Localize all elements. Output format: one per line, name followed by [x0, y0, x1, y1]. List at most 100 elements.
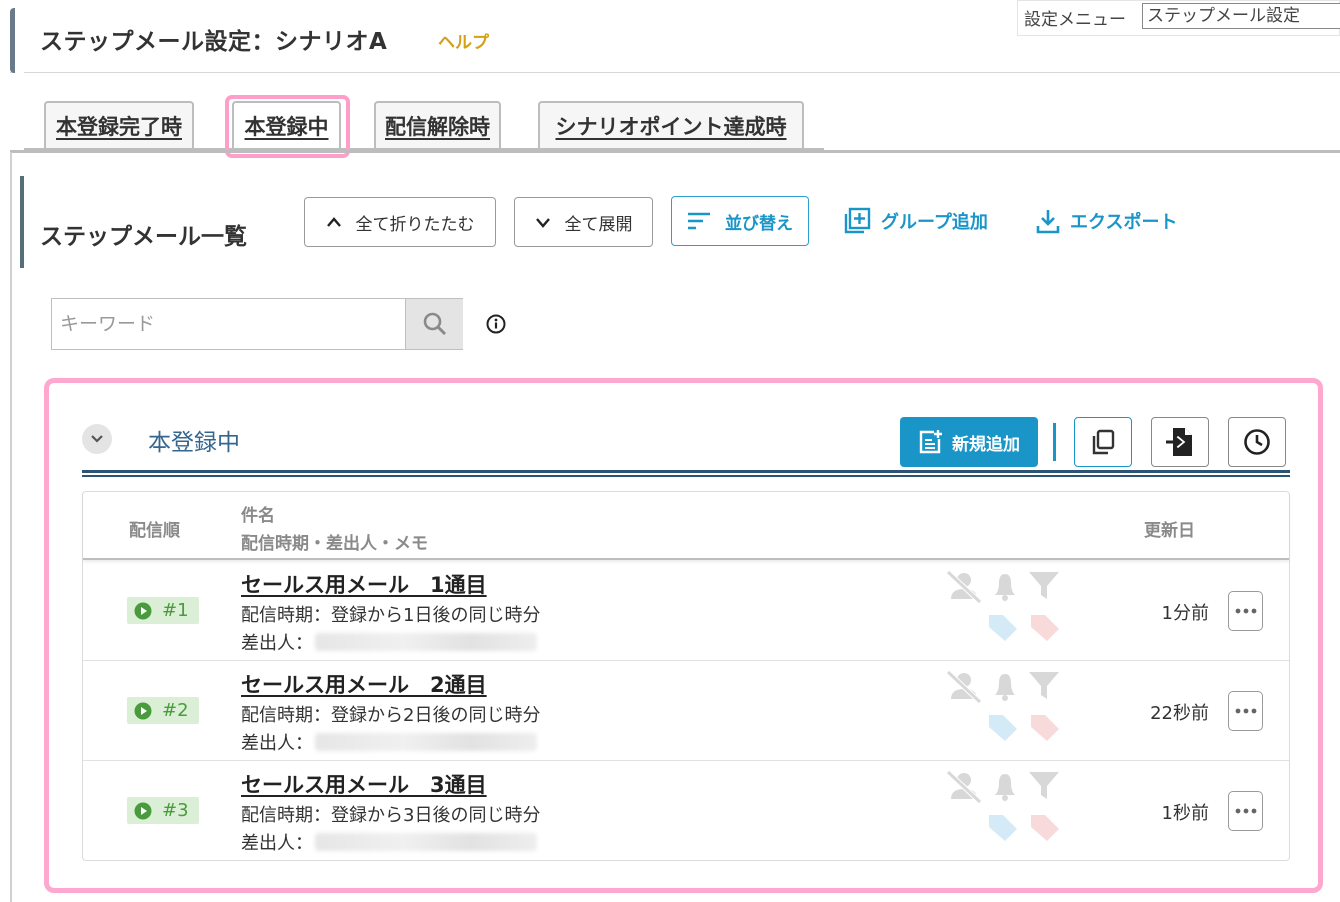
sender-redacted: [315, 833, 537, 851]
collapse-all-button[interactable]: 全て折りたたむ: [304, 197, 496, 247]
export-button[interactable]: エクスポート: [1036, 196, 1177, 246]
tab-registration-complete[interactable]: 本登録完了時: [44, 101, 194, 148]
updated-time: 22秒前: [1150, 703, 1209, 724]
clock-icon: [1244, 429, 1270, 455]
add-group-label: グループ追加: [881, 212, 988, 233]
tag-red-icon: [1031, 715, 1059, 741]
chevron-down-icon: [91, 435, 103, 443]
updated-time: 1秒前: [1161, 803, 1209, 824]
page-title: ステップメール設定：シナリオA: [40, 29, 388, 55]
section-accent-bar: [20, 176, 24, 268]
tab-scenario-points[interactable]: シナリオポイント達成時: [538, 101, 804, 148]
export-label: エクスポート: [1070, 212, 1178, 233]
tab-divider: [10, 150, 1340, 153]
bell-icon: [995, 774, 1015, 801]
page-header: ステップメール設定：シナリオA ヘルプ 設定メニュー ステップメール設定: [10, 0, 1340, 73]
tab-unsubscribe[interactable]: 配信解除時: [374, 101, 501, 148]
more-horizontal-icon: [1235, 608, 1256, 614]
sender-redacted: [315, 633, 537, 651]
order-badge: #3: [127, 797, 199, 824]
settings-menu-label: 設定メニュー: [1024, 10, 1126, 30]
expand-all-label: 全て展開: [564, 214, 633, 235]
more-horizontal-icon: [1235, 808, 1256, 814]
help-link[interactable]: ヘルプ: [438, 28, 489, 53]
filter-icon: [1029, 772, 1059, 799]
order-number: #3: [162, 800, 189, 821]
active-tab-highlight: [225, 95, 350, 158]
more-options-button[interactable]: [1228, 591, 1263, 631]
import-button[interactable]: [1151, 417, 1209, 467]
add-group-button[interactable]: グループ追加: [843, 196, 988, 246]
filter-icon: [1029, 672, 1059, 699]
mail-sender: 差出人：: [241, 729, 537, 755]
step-mail-table: 配信順 件名 配信時期・差出人・メモ 更新日 #1 セールス用メール 1通目 配…: [82, 491, 1290, 861]
sender-redacted: [315, 733, 537, 751]
no-user-icon: [945, 569, 983, 605]
import-file-icon: [1166, 428, 1192, 456]
table-header: 配信順 件名 配信時期・差出人・メモ 更新日: [83, 492, 1289, 560]
order-badge: #1: [127, 597, 199, 624]
status-icons: [945, 669, 1059, 741]
add-group-icon: [844, 207, 871, 234]
search-box: [51, 298, 463, 350]
tag-red-icon: [1031, 615, 1059, 641]
history-button[interactable]: [1228, 417, 1286, 467]
sender-label: 差出人：: [241, 833, 313, 854]
bell-icon: [995, 674, 1015, 701]
mail-sender: 差出人：: [241, 629, 537, 655]
order-badge: #2: [127, 697, 199, 724]
table-row: #1 セールス用メール 1通目 配信時期：登録から1日後の同じ時分 差出人： 1…: [83, 561, 1289, 661]
play-icon: [134, 702, 152, 719]
table-row: #2 セールス用メール 2通目 配信時期：登録から2日後の同じ時分 差出人： 2…: [83, 661, 1289, 761]
new-document-icon: [919, 430, 942, 454]
tag-blue-icon: [989, 715, 1017, 741]
search-button[interactable]: [405, 299, 463, 349]
settings-menu: 設定メニュー ステップメール設定: [1017, 0, 1340, 36]
tag-blue-icon: [989, 615, 1017, 641]
content-border: [10, 152, 12, 902]
copy-button[interactable]: [1074, 417, 1132, 467]
updated-time: 1分前: [1161, 603, 1209, 624]
sort-icon: [688, 212, 710, 230]
header-accent-bar: [10, 8, 24, 73]
more-options-button[interactable]: [1228, 791, 1263, 831]
settings-menu-select[interactable]: ステップメール設定: [1142, 3, 1340, 29]
order-number: #2: [162, 700, 189, 721]
sender-label: 差出人：: [241, 733, 313, 754]
chevron-up-icon: [326, 217, 341, 227]
new-mail-button[interactable]: 新規追加: [900, 417, 1038, 467]
mail-timing: 配信時期：登録から3日後の同じ時分: [241, 805, 541, 826]
group-header: 本登録中 新規追加: [82, 415, 1290, 475]
tab-bar: 本登録完了時 本登録中 配信解除時 シナリオポイント達成時: [24, 95, 824, 151]
expand-all-button[interactable]: 全て展開: [514, 197, 653, 247]
no-user-icon: [945, 769, 983, 805]
mail-title-link[interactable]: セールス用メール 2通目: [241, 669, 487, 699]
status-icons: [945, 769, 1059, 841]
more-options-button[interactable]: [1228, 691, 1263, 731]
play-icon: [134, 602, 152, 619]
play-icon: [134, 802, 152, 819]
mail-sender: 差出人：: [241, 829, 537, 855]
bell-icon: [995, 574, 1015, 601]
column-header-subject-sub: 配信時期・差出人・メモ: [241, 534, 428, 554]
search-icon: [423, 312, 446, 336]
sort-button[interactable]: 並び替え: [671, 196, 809, 246]
tag-blue-icon: [989, 815, 1017, 841]
sort-label: 並び替え: [725, 213, 793, 234]
group-toggle-button[interactable]: [82, 424, 112, 454]
copy-icon: [1092, 429, 1115, 455]
no-user-icon: [945, 669, 983, 705]
group-divider: [82, 470, 1290, 477]
section-title: ステップメール一覧: [40, 224, 247, 250]
keyword-search-input[interactable]: [52, 299, 405, 349]
mail-title-link[interactable]: セールス用メール 1通目: [241, 569, 487, 599]
mail-timing: 配信時期：登録から2日後の同じ時分: [241, 705, 541, 726]
mail-title-link[interactable]: セールス用メール 3通目: [241, 769, 487, 799]
chevron-down-icon: [535, 218, 550, 228]
info-icon[interactable]: [485, 313, 507, 335]
column-header-order: 配信順: [129, 521, 180, 541]
new-mail-label: 新規追加: [952, 434, 1020, 455]
column-header-subject: 件名: [241, 506, 275, 526]
table-row: #3 セールス用メール 3通目 配信時期：登録から3日後の同じ時分 差出人： 1…: [83, 761, 1289, 861]
toolbar-separator: [1053, 423, 1056, 461]
